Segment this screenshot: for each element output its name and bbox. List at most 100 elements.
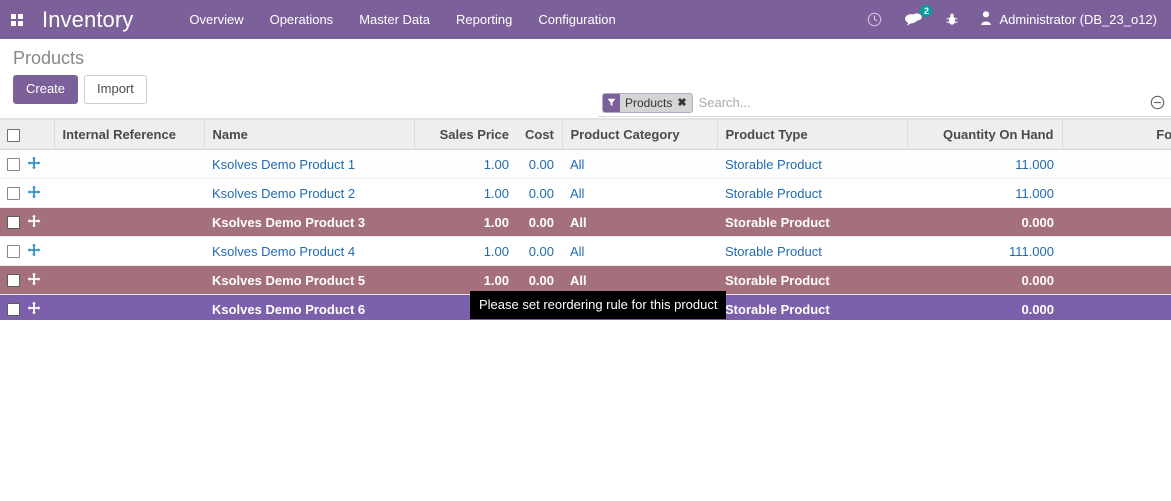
cell-quantity-on-hand[interactable]: 0.000 xyxy=(907,207,1062,238)
bug-icon[interactable] xyxy=(934,0,970,39)
cell-product-type[interactable]: Storable Product xyxy=(717,178,907,209)
activity-clock-icon[interactable] xyxy=(856,0,893,39)
row-select-cell[interactable] xyxy=(0,178,27,209)
menu-item-configuration[interactable]: Configuration xyxy=(525,0,628,39)
cell-name[interactable]: Ksolves Demo Product 3 xyxy=(204,207,414,238)
apps-menu-button[interactable] xyxy=(0,0,34,39)
breadcrumb: Products xyxy=(13,48,85,68)
column-header-name[interactable]: Name xyxy=(203,119,414,151)
menu-item-reporting[interactable]: Reporting xyxy=(443,0,525,39)
user-menu[interactable]: Administrator (DB_23_o12) xyxy=(970,10,1163,29)
messages-icon[interactable]: 2 xyxy=(893,0,934,39)
cell-internal-reference[interactable] xyxy=(54,265,204,296)
navbar-right-tools: 2 Administrator (DB_23_o12) xyxy=(856,0,1171,39)
column-header-quantity-on-hand[interactable]: Quantity On Hand xyxy=(906,119,1062,151)
cell-name[interactable]: Ksolves Demo Product 4 xyxy=(204,236,414,267)
cell-quantity-on-hand[interactable]: 11.000 xyxy=(907,149,1062,180)
select-all-checkbox[interactable] xyxy=(7,129,20,143)
drag-handle-icon[interactable] xyxy=(27,156,41,172)
search-facet-remove-icon[interactable]: ✖ xyxy=(676,93,692,112)
column-header-cost[interactable]: Cost xyxy=(517,119,562,151)
table-row[interactable]: Ksolves Demo Product 2 1.00 0.00 All Storabl… xyxy=(0,178,1171,209)
column-header-sales-price[interactable]: Sales Price xyxy=(413,119,517,151)
user-name-label: Administrator (DB_23_o12) xyxy=(999,12,1157,27)
menu-item-overview[interactable]: Overview xyxy=(176,0,256,39)
cell-product-type[interactable]: Storable Product xyxy=(717,265,907,296)
cell-cost[interactable]: 0.00 xyxy=(517,149,562,180)
cell-sales-price[interactable]: 1.00 xyxy=(414,236,517,267)
row-select-cell[interactable] xyxy=(0,265,27,296)
cell-forecasted-quantity[interactable]: 11.000 xyxy=(1062,178,1171,209)
row-select-cell[interactable] xyxy=(0,149,27,180)
cell-forecasted-quantity[interactable]: 0.000 xyxy=(1062,265,1171,296)
cell-forecasted-quantity[interactable]: 111.000 xyxy=(1062,236,1171,267)
table-header-row: Internal Reference Name Sales Price Cost… xyxy=(0,119,1171,151)
row-drag-cell[interactable] xyxy=(27,178,54,209)
column-header-internal-reference[interactable]: Internal Reference xyxy=(53,119,204,151)
cell-cost[interactable]: 0.00 xyxy=(517,236,562,267)
drag-handle-icon[interactable] xyxy=(27,243,41,259)
control-panel-left: Products Create Import xyxy=(13,46,147,104)
top-navbar: Inventory Overview Operations Master Dat… xyxy=(0,0,1171,39)
drag-handle-icon[interactable] xyxy=(27,214,41,230)
cell-forecasted-quantity[interactable]: 0.000 xyxy=(1062,207,1171,238)
cell-cost[interactable]: 0.00 xyxy=(517,207,562,238)
cell-cost[interactable]: 0.00 xyxy=(517,178,562,209)
column-header-product-type[interactable]: Product Type xyxy=(716,119,907,151)
cell-quantity-on-hand[interactable]: 0.000 xyxy=(907,265,1062,296)
cell-sales-price[interactable]: 1.00 xyxy=(414,178,517,209)
row-drag-cell[interactable] xyxy=(27,149,54,180)
row-drag-cell[interactable] xyxy=(27,265,54,296)
row-checkbox[interactable] xyxy=(7,245,20,259)
clear-circle-icon[interactable] xyxy=(1144,95,1171,110)
row-drag-cell[interactable] xyxy=(27,236,54,267)
cell-internal-reference[interactable] xyxy=(54,207,204,238)
drag-handle-icon[interactable] xyxy=(27,301,41,317)
row-select-cell[interactable] xyxy=(0,236,27,267)
row-checkbox[interactable] xyxy=(7,303,20,317)
cell-product-type[interactable]: Storable Product xyxy=(717,236,907,267)
cell-quantity-on-hand[interactable]: 11.000 xyxy=(907,178,1062,209)
app-brand-title[interactable]: Inventory xyxy=(34,7,143,33)
table-row[interactable]: Ksolves Demo Product 3 1.00 0.00 All Storabl… xyxy=(0,207,1171,238)
menu-item-master-data[interactable]: Master Data xyxy=(346,0,443,39)
drag-handle-icon[interactable] xyxy=(27,185,41,201)
cell-product-category[interactable]: All xyxy=(562,207,717,238)
cell-internal-reference[interactable] xyxy=(54,178,204,209)
cell-product-category[interactable]: All xyxy=(562,178,717,209)
cell-internal-reference[interactable] xyxy=(54,236,204,267)
table-row[interactable]: Ksolves Demo Product 1 1.00 0.00 All Storabl… xyxy=(0,149,1171,180)
row-drag-cell[interactable] xyxy=(27,207,54,238)
cell-sales-price[interactable]: 1.00 xyxy=(414,149,517,180)
cell-product-type[interactable]: Storable Product xyxy=(717,207,907,238)
column-header-forecasted-quantity[interactable]: Forecasted Quantity xyxy=(1061,119,1171,151)
row-checkbox[interactable] xyxy=(7,158,20,172)
import-button[interactable]: Import xyxy=(84,75,147,104)
table-row[interactable]: Ksolves Demo Product 4 1.00 0.00 All Storabl… xyxy=(0,236,1171,267)
cell-name[interactable]: Ksolves Demo Product 1 xyxy=(204,149,414,180)
filter-funnel-icon xyxy=(603,93,620,112)
cell-name[interactable]: Ksolves Demo Product 5 xyxy=(204,265,414,296)
search-facet-products[interactable]: Products ✖ xyxy=(602,92,693,113)
cell-product-category[interactable]: All xyxy=(562,236,717,267)
cell-forecasted-quantity[interactable]: 11.000 xyxy=(1062,149,1171,180)
create-button[interactable]: Create xyxy=(13,75,79,104)
cell-internal-reference[interactable] xyxy=(54,149,204,180)
row-select-cell[interactable] xyxy=(0,207,27,238)
menu-item-operations[interactable]: Operations xyxy=(257,0,347,39)
search-view: Products ✖ xyxy=(598,89,1171,117)
row-checkbox[interactable] xyxy=(7,216,20,230)
cell-quantity-on-hand[interactable]: 111.000 xyxy=(907,236,1062,267)
cell-product-category[interactable]: All xyxy=(562,149,717,180)
cell-name[interactable]: Ksolves Demo Product 2 xyxy=(204,178,414,209)
page-background xyxy=(0,320,1171,501)
select-all-header xyxy=(0,119,27,151)
reordering-rule-tooltip: Please set reordering rule for this prod… xyxy=(470,291,727,319)
row-checkbox[interactable] xyxy=(7,274,20,288)
cell-product-type[interactable]: Storable Product xyxy=(717,149,907,180)
drag-handle-icon[interactable] xyxy=(27,272,41,288)
search-input[interactable] xyxy=(692,92,1144,113)
column-header-product-category[interactable]: Product Category xyxy=(561,119,717,151)
cell-sales-price[interactable]: 1.00 xyxy=(414,207,517,238)
row-checkbox[interactable] xyxy=(7,187,20,201)
